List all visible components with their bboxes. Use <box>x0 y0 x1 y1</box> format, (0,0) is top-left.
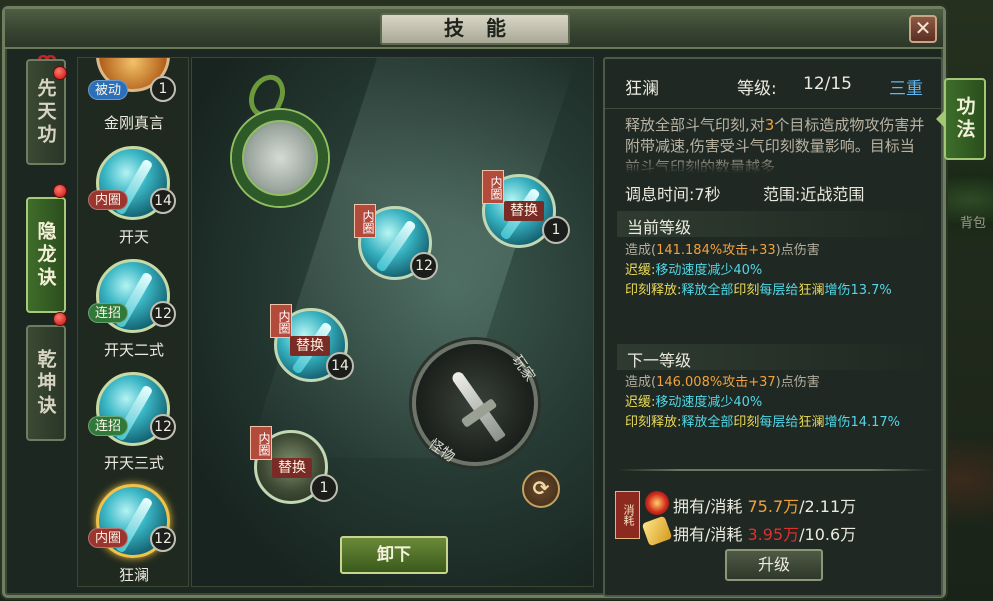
node-tag: 内圈 <box>354 204 376 238</box>
skill-window: 技能 ✕ ꝏ 先天功 隐龙诀 乾坤诀 被动 1 金刚真言 内圈 14 开天 连招… <box>2 6 946 598</box>
current-damage: 造成(141.184%攻击+33)点伤害 <box>625 243 820 258</box>
skill-level-badge: 12 <box>150 414 176 440</box>
skill-tag: 内圈 <box>88 528 129 548</box>
node-tag: 内圈 <box>482 170 504 204</box>
divider <box>617 469 933 471</box>
detail-header: 狂澜 等级: 12/15 三重 <box>605 59 941 109</box>
skill-name: 开天二式 <box>103 341 164 359</box>
window-title: 技能 <box>444 16 528 40</box>
level-value: 12/15 <box>803 74 852 94</box>
skill-name: 狂澜 <box>118 566 149 584</box>
node-tag: 内圈 <box>250 426 272 460</box>
skill-detail-panel: 狂澜 等级: 12/15 三重 释放全部斗气印刻,对3个目标造成物攻伤害并附带减… <box>603 57 943 597</box>
notification-dot <box>53 66 67 80</box>
skill-item-kaitian[interactable]: 内圈 14 开天 <box>78 140 188 252</box>
upgrade-button[interactable]: 升级 <box>725 549 823 581</box>
notification-dot <box>53 184 67 198</box>
skill-tag: 连招 <box>88 416 129 436</box>
skill-tag: 内圈 <box>88 190 129 210</box>
gold-icon <box>641 515 673 547</box>
cooldown-text: 调息时间:7秒 <box>625 185 721 204</box>
current-level-title: 当前等级 <box>627 218 692 237</box>
skill-level-badge: 14 <box>150 188 176 214</box>
title-bar: 技能 ✕ <box>5 9 943 49</box>
node-tag: 内圈 <box>270 304 292 338</box>
empty-skill-slot[interactable] <box>232 110 328 206</box>
skill-name: 金刚真言 <box>103 114 164 132</box>
unequip-button[interactable]: 卸下 <box>340 536 448 574</box>
replace-label: 替换 <box>504 201 544 221</box>
next-release: 印刻释放:释放全部印刻每层给狂澜增伤14.17% <box>625 415 901 430</box>
notification-dot <box>53 312 67 326</box>
tier-label: 三重 <box>889 79 923 99</box>
skill-list: 被动 1 金刚真言 内圈 14 开天 连招 12 开天二式 连招 12 开天三式… <box>77 57 189 587</box>
skill-level-badge: 12 <box>150 526 176 552</box>
refresh-icon[interactable]: ⟳ <box>522 470 560 508</box>
next-slow: 迟缓:移动速度减少40% <box>625 395 763 410</box>
range-text: 范围:近战范围 <box>763 185 865 204</box>
cost-label: 消耗 <box>615 491 640 539</box>
node-level-badge: 1 <box>542 216 570 244</box>
close-button[interactable]: ✕ <box>909 15 937 43</box>
skill-name: 开天三式 <box>103 454 164 472</box>
skill-item-jingang[interactable]: 被动 1 金刚真言 <box>78 58 188 132</box>
skill-title: 狂澜 <box>625 79 659 99</box>
skill-level-badge: 1 <box>150 76 176 102</box>
skill-item-kaitian-2[interactable]: 连招 12 开天二式 <box>78 253 188 365</box>
node-level-badge: 14 <box>326 352 354 380</box>
skill-tree-panel: 内圈 替换 1 内圈 12 内圈 替换 14 内圈 替换 1 玩家 怪物 ⟳ 卸… <box>191 57 594 587</box>
skill-name: 开天 <box>118 228 149 246</box>
current-slow: 迟缓:移动速度减少40% <box>625 263 763 278</box>
level-label: 等级: <box>737 79 777 99</box>
next-damage: 造成(146.008%攻击+37)点伤害 <box>625 375 820 390</box>
replace-label: 替换 <box>272 458 312 478</box>
skill-item-kaitian-3[interactable]: 连招 12 开天三式 <box>78 366 188 478</box>
skill-tag: 被动 <box>88 80 129 100</box>
gem-icon <box>645 491 669 515</box>
node-level-badge: 1 <box>310 474 338 502</box>
current-release: 印刻释放:释放全部印刻每层给狂澜增伤13.7% <box>625 283 892 298</box>
skill-item-kuanglan[interactable]: 内圈 12 狂澜 <box>78 478 188 586</box>
node-level-badge: 12 <box>410 252 438 280</box>
next-level-title: 下一等级 <box>627 351 692 370</box>
description-fade <box>625 157 925 173</box>
tab-yinlongjue[interactable]: 隐龙诀 <box>26 197 66 313</box>
backpack-label[interactable]: 背包 <box>960 212 986 231</box>
skill-level-badge: 12 <box>150 301 176 327</box>
replace-label: 替换 <box>290 336 330 356</box>
tab-qiankunjue[interactable]: 乾坤诀 <box>26 325 66 441</box>
skill-tag: 连招 <box>88 303 129 323</box>
tab-gongfa[interactable]: 功法 <box>944 78 986 160</box>
